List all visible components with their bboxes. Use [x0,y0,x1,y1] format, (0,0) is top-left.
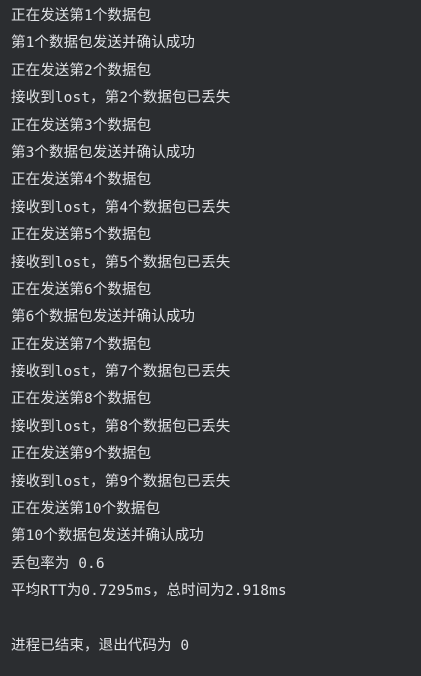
output-line: 正在发送第8个数据包 [11,391,152,408]
exit-message: 进程已结束，退出代码为 0 [11,637,190,654]
output-line: 第3个数据包发送并确认成功 [11,144,196,161]
output-line: 第10个数据包发送并确认成功 [11,528,204,545]
output-line: 接收到lost，第2个数据包已丢失 [11,90,231,107]
output-line: 正在发送第4个数据包 [11,172,152,189]
output-line: 第6个数据包发送并确认成功 [11,309,196,326]
output-line: 正在发送第6个数据包 [11,281,152,298]
output-line: 接收到lost，第4个数据包已丢失 [11,199,231,216]
output-line: 接收到lost，第8个数据包已丢失 [11,418,231,435]
loss-rate-line: 丢包率为 0.6 [11,555,105,572]
output-line: 正在发送第7个数据包 [11,336,152,353]
output-line: 接收到lost，第7个数据包已丢失 [11,364,231,381]
output-line: 第1个数据包发送并确认成功 [11,35,196,52]
output-line: 接收到lost，第9个数据包已丢失 [11,473,231,490]
output-line: 正在发送第9个数据包 [11,446,152,463]
output-line: 接收到lost，第5个数据包已丢失 [11,254,231,271]
output-line: 正在发送第2个数据包 [11,62,152,79]
output-line: 正在发送第10个数据包 [11,501,161,518]
rtt-summary-line: 平均RTT为0.7295ms，总时间为2.918ms [11,583,287,600]
output-line: 正在发送第5个数据包 [11,227,152,244]
console-output[interactable]: 正在发送第1个数据包 第1个数据包发送并确认成功 正在发送第2个数据包 接收到l… [0,0,421,676]
output-line: 正在发送第3个数据包 [11,117,152,134]
output-line: 正在发送第1个数据包 [11,8,152,24]
